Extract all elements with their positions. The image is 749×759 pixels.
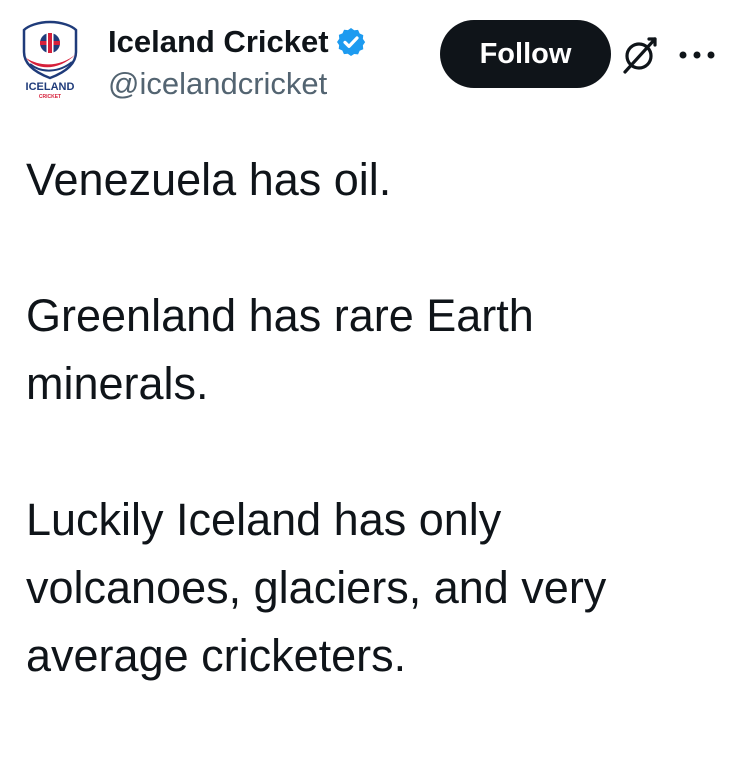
tweet-paragraph: Luckily Iceland has only volcanoes, glac… bbox=[26, 494, 607, 681]
tweet-paragraph: Greenland has rare Earth minerals. bbox=[26, 290, 534, 409]
display-name-row: Iceland Cricket bbox=[108, 22, 367, 62]
follow-button[interactable]: Follow bbox=[440, 20, 611, 88]
verified-badge-icon[interactable] bbox=[335, 26, 367, 58]
account-names: Iceland Cricket @icelandcricket bbox=[108, 22, 367, 104]
display-name[interactable]: Iceland Cricket bbox=[108, 22, 329, 62]
logo-subtext: CRICKET bbox=[39, 94, 61, 100]
iceland-cricket-logo: ICELAND CRICKET bbox=[22, 20, 78, 100]
tweet-paragraph: Venezuela has oil. bbox=[26, 154, 392, 205]
account-handle[interactable]: @icelandcricket bbox=[108, 64, 367, 104]
tweet-text: Venezuela has oil. Greenland has rare Ea… bbox=[26, 146, 726, 690]
grok-icon[interactable] bbox=[622, 36, 658, 74]
avatar[interactable]: ICELAND CRICKET bbox=[16, 18, 84, 102]
logo-wordmark: ICELAND bbox=[26, 81, 75, 93]
more-options-icon[interactable] bbox=[674, 40, 720, 70]
tweet-header: ICELAND CRICKET Iceland Cricket @iceland… bbox=[0, 0, 749, 120]
